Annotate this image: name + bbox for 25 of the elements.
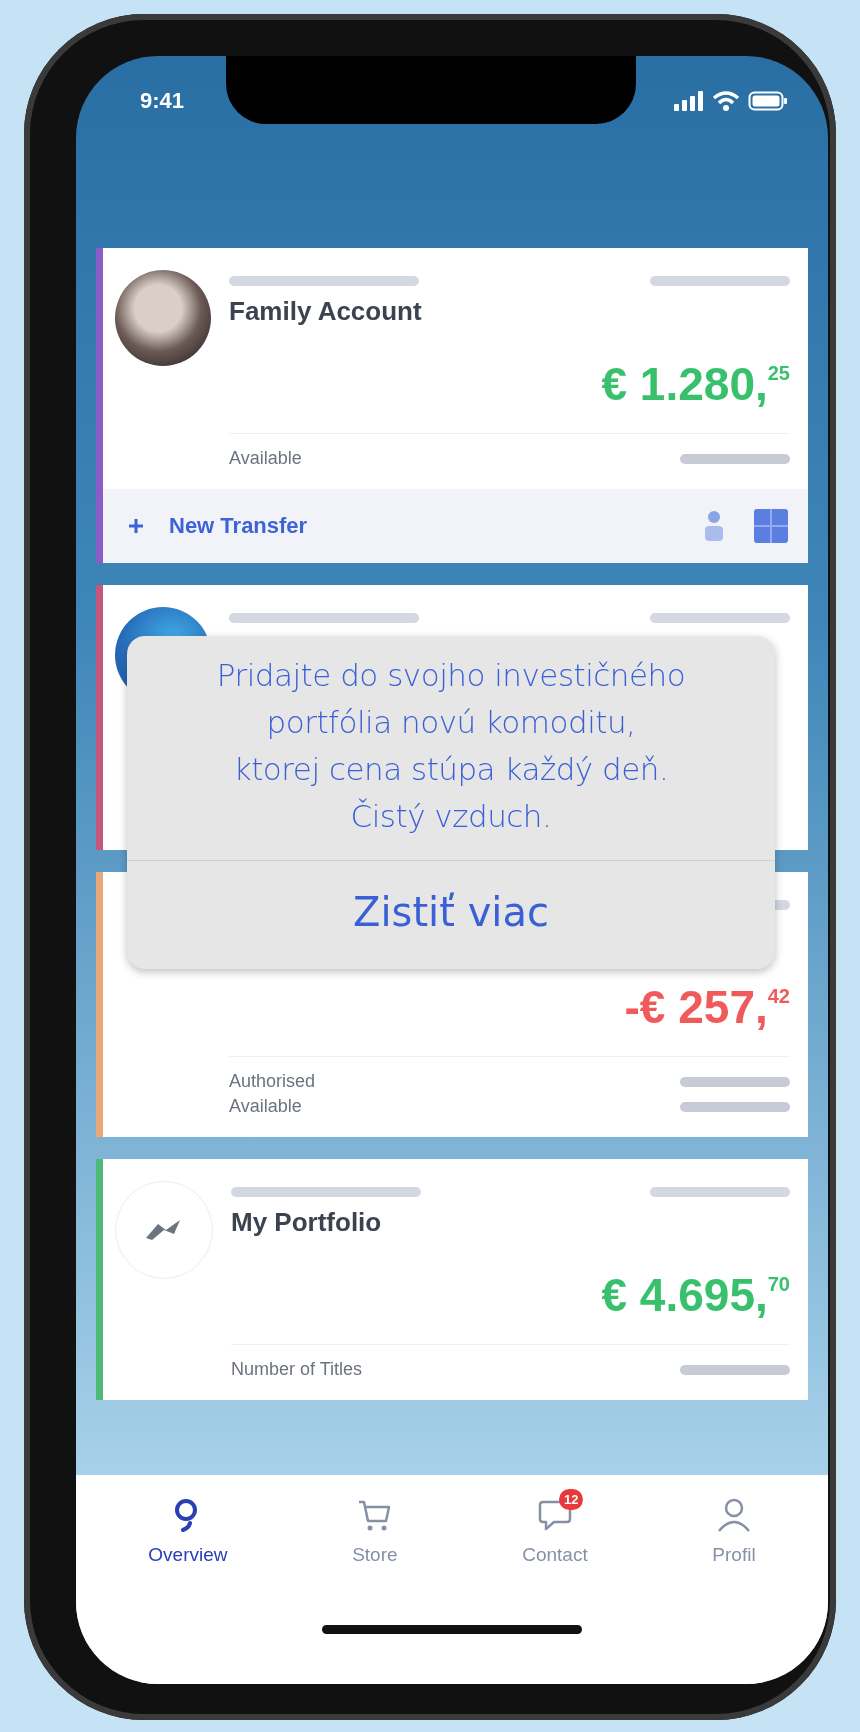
- tab-item[interactable]: Store: [328, 1485, 422, 1566]
- tab-item[interactable]: Profil: [688, 1485, 780, 1566]
- notification-badge: 12: [558, 1489, 584, 1510]
- balance-label: Number of Titles: [231, 1359, 363, 1380]
- status-time: 9:41: [140, 88, 185, 114]
- balance-label: Available: [229, 1096, 302, 1117]
- balance-label: Available: [229, 448, 302, 469]
- new-transfer-link[interactable]: New Transfer: [123, 509, 312, 543]
- plus-icon: [127, 517, 145, 535]
- account-balance: € 4.695,$^{70}$: [601, 1268, 790, 1322]
- account-balance: -€ 257,$^{42}$: [624, 980, 790, 1034]
- tab-item[interactable]: Overview: [124, 1485, 252, 1566]
- person-icon: [702, 509, 726, 543]
- dialog-message: Pridajte do svojho investičného portfólia novú komoditu, ktorej cena stúpa každý deň. Čistý vzduch.: [127, 636, 775, 861]
- account-name: My Portfolio: [231, 1207, 383, 1238]
- grid-icon: [754, 509, 788, 543]
- wifi-icon: [712, 91, 740, 111]
- tab-item[interactable]: 12 Contact: [498, 1485, 612, 1566]
- learn-more-button[interactable]: Zistiť viac: [127, 861, 775, 969]
- account-balance: € 1.280,$^{25}$: [601, 357, 790, 411]
- profile-icon: [715, 1497, 752, 1533]
- account-name: Family Account: [229, 296, 423, 327]
- battery-icon: [748, 91, 788, 111]
- balance-label: Authorised: [229, 1071, 316, 1092]
- signal-icon: [674, 91, 704, 111]
